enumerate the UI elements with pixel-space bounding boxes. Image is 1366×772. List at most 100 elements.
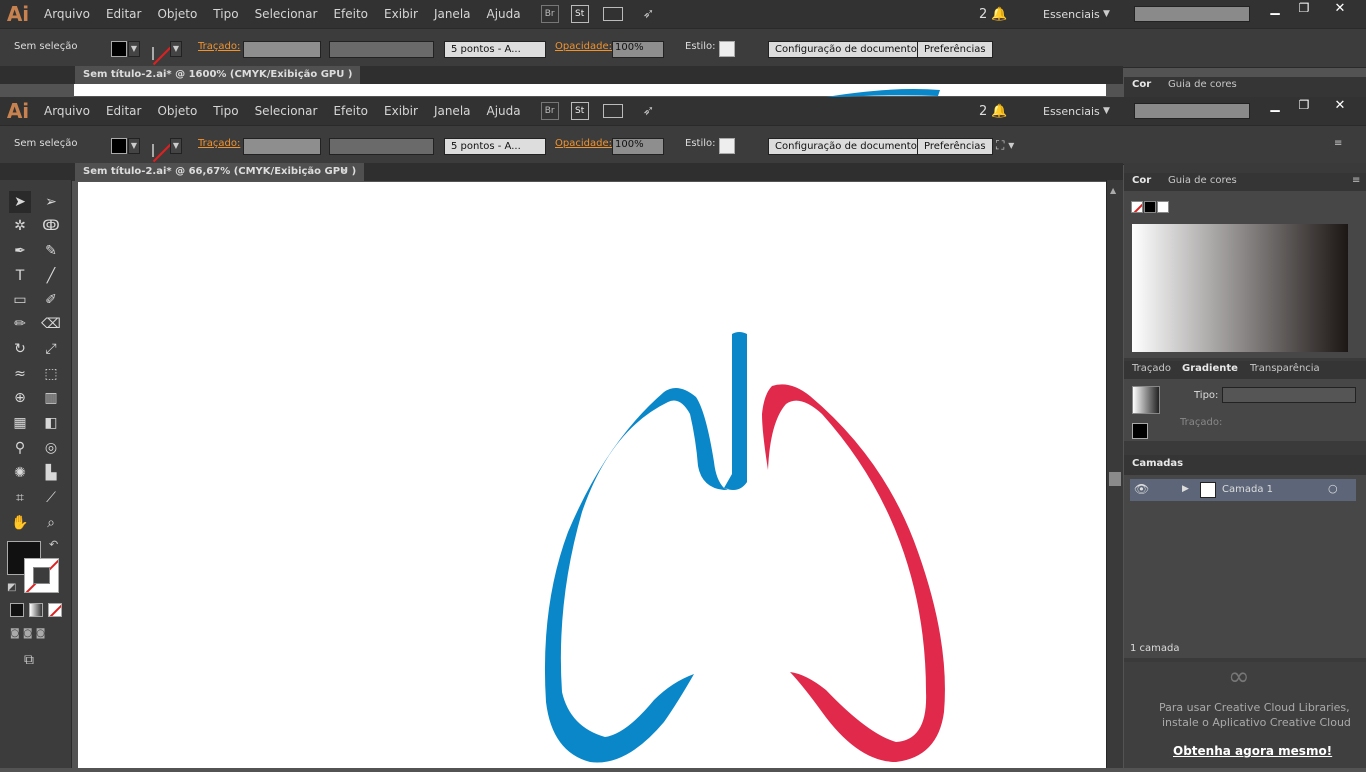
close-tab-icon[interactable]: ✕: [340, 166, 348, 177]
menu-editar-main[interactable]: Editar: [98, 104, 150, 118]
perspective-grid-icon[interactable]: ▥: [40, 387, 62, 409]
slice-tool-icon[interactable]: ⟋: [40, 487, 62, 509]
stock-button[interactable]: St: [570, 5, 589, 23]
opacity-label[interactable]: Opacidade:: [555, 41, 612, 58]
color-mode-button[interactable]: [10, 603, 24, 617]
menu-tipo-main[interactable]: Tipo: [205, 104, 246, 118]
expand-icon[interactable]: ▶: [1182, 484, 1189, 494]
transparency-panel-tab[interactable]: Transparência: [1250, 363, 1320, 374]
mesh-tool-icon[interactable]: ▦: [9, 412, 31, 434]
back-guide-tab[interactable]: Guia de cores: [1168, 79, 1237, 90]
zoom-tool-icon[interactable]: ⌕: [40, 512, 62, 534]
eraser-tool-icon[interactable]: ⌫: [40, 313, 62, 335]
menu-arquivo-main[interactable]: Arquivo: [36, 104, 98, 118]
stroke-label[interactable]: Traçado:: [198, 41, 240, 58]
cc-get-link[interactable]: Obtenha agora mesmo!: [1173, 744, 1332, 758]
rocket-icon[interactable]: ➶: [643, 6, 655, 22]
arrange-icon-main[interactable]: [602, 104, 623, 118]
scroll-thumb[interactable]: [1109, 472, 1121, 486]
eye-icon[interactable]: 👁: [1134, 482, 1149, 496]
color-spectrum[interactable]: [1132, 224, 1348, 352]
brush-select[interactable]: 5 pontos - A...: [444, 41, 546, 58]
menu-efeito-main[interactable]: Efeito: [325, 104, 376, 118]
pen-tool-icon[interactable]: ✒: [9, 240, 31, 262]
rocket-icon-main[interactable]: ➶: [643, 103, 655, 119]
style-swatch[interactable]: [719, 41, 735, 57]
selection-tool-icon[interactable]: ➤: [9, 191, 31, 213]
menu-objeto[interactable]: Objeto: [149, 7, 205, 21]
rectangle-tool-icon[interactable]: ▭: [9, 289, 31, 311]
close-button[interactable]: ✕: [1322, 1, 1358, 17]
color-tab[interactable]: Cor: [1132, 175, 1151, 186]
draw-mode-icons[interactable]: ◙ ◙ ◙: [10, 628, 45, 639]
fill-dropdown-main[interactable]: ▼: [128, 138, 140, 154]
gradient-type-select[interactable]: [1222, 387, 1356, 403]
menu-arquivo[interactable]: Arquivo: [36, 7, 98, 21]
menu-efeito[interactable]: Efeito: [325, 7, 376, 21]
line-tool-icon[interactable]: ╱: [40, 265, 62, 287]
pencil-tool-icon[interactable]: ✏: [9, 313, 31, 335]
gradient-tool-icon[interactable]: ◧: [40, 412, 62, 434]
variable-width[interactable]: [329, 41, 434, 58]
target-icon[interactable]: ○: [1328, 482, 1338, 495]
opacity-field[interactable]: 100%: [612, 41, 664, 58]
curvature-tool-icon[interactable]: ✎: [40, 240, 62, 262]
close-button-main[interactable]: ✕: [1322, 98, 1358, 114]
bridge-button-main[interactable]: Br: [540, 102, 559, 120]
scroll-up-icon[interactable]: ▲: [1110, 186, 1116, 195]
blend-tool-icon[interactable]: ◎: [40, 437, 62, 459]
maximize-button-main[interactable]: ❐: [1291, 98, 1317, 114]
direct-selection-tool-icon[interactable]: ➢: [40, 191, 62, 213]
doc-tab[interactable]: Sem título-2.ai* @ 66,67% (CMYK/Exibição…: [75, 163, 365, 181]
workspace-switcher[interactable]: Essenciais: [1043, 8, 1100, 21]
none-mode-button[interactable]: [48, 603, 62, 617]
gradient-fill-swatch[interactable]: [1132, 423, 1148, 439]
stock-button-main[interactable]: St: [570, 102, 589, 120]
menu-ajuda[interactable]: Ajuda: [479, 7, 529, 21]
search-field[interactable]: [1134, 6, 1250, 22]
search-field-main[interactable]: [1134, 103, 1250, 119]
none-color-icon[interactable]: [1131, 201, 1143, 213]
vertical-scrollbar[interactable]: ▲: [1106, 180, 1123, 768]
control-menu-icon[interactable]: ≡: [1334, 138, 1342, 155]
rotate-tool-icon[interactable]: ↻: [9, 338, 31, 360]
fill-swatch[interactable]: [111, 41, 127, 57]
magic-wand-icon[interactable]: ✲: [9, 215, 31, 237]
menu-selecionar[interactable]: Selecionar: [247, 7, 326, 21]
menu-ajuda-main[interactable]: Ajuda: [479, 104, 529, 118]
gradient-panel-tab[interactable]: Gradiente: [1182, 363, 1238, 374]
variable-width-main[interactable]: [329, 138, 434, 155]
fill-swatch-main[interactable]: [111, 138, 127, 154]
transform-icon[interactable]: ⛶ ▾: [996, 138, 1014, 155]
hand-tool-icon[interactable]: ✋: [9, 512, 31, 534]
menu-selecionar-main[interactable]: Selecionar: [247, 104, 326, 118]
layer-row[interactable]: 👁 ▶ Camada 1 ○: [1130, 479, 1356, 501]
graph-tool-icon[interactable]: ▙: [40, 462, 62, 484]
free-transform-icon[interactable]: ⬚: [40, 363, 62, 385]
stroke-dropdown[interactable]: ▼: [170, 41, 182, 57]
lungs-artwork[interactable]: [78, 182, 1106, 768]
guide-tab[interactable]: Guia de cores: [1168, 175, 1237, 186]
minimize-button-main[interactable]: ▁: [1262, 98, 1288, 114]
width-tool-icon[interactable]: ≈: [9, 363, 31, 385]
brush-select-main[interactable]: 5 pontos - A...: [444, 138, 546, 155]
stroke-dropdown-main[interactable]: ▼: [170, 138, 182, 154]
notification-count[interactable]: 2: [979, 7, 987, 22]
doc-setup-button-main[interactable]: Configuração de documento: [768, 138, 924, 155]
scale-tool-icon[interactable]: ⤢: [40, 338, 62, 360]
symbol-sprayer-icon[interactable]: ✺: [9, 462, 31, 484]
menu-editar[interactable]: Editar: [98, 7, 150, 21]
fill-dropdown[interactable]: ▼: [128, 41, 140, 57]
doc-setup-button[interactable]: Configuração de documento: [768, 41, 924, 58]
eyedropper-tool-icon[interactable]: ⚲: [9, 437, 31, 459]
prefs-button-main[interactable]: Preferências: [917, 138, 993, 155]
default-colors-icon[interactable]: ◩: [7, 582, 16, 593]
back-color-tab[interactable]: Cor: [1132, 79, 1151, 90]
bell-icon[interactable]: 🔔: [991, 7, 1007, 22]
bridge-button[interactable]: Br: [540, 5, 559, 23]
workspace-switcher-main[interactable]: Essenciais: [1043, 105, 1100, 118]
white-color-icon[interactable]: [1157, 201, 1169, 213]
shape-builder-icon[interactable]: ⊕: [9, 387, 31, 409]
stroke-color-box[interactable]: [24, 558, 59, 593]
layer-name[interactable]: Camada 1: [1222, 484, 1273, 495]
